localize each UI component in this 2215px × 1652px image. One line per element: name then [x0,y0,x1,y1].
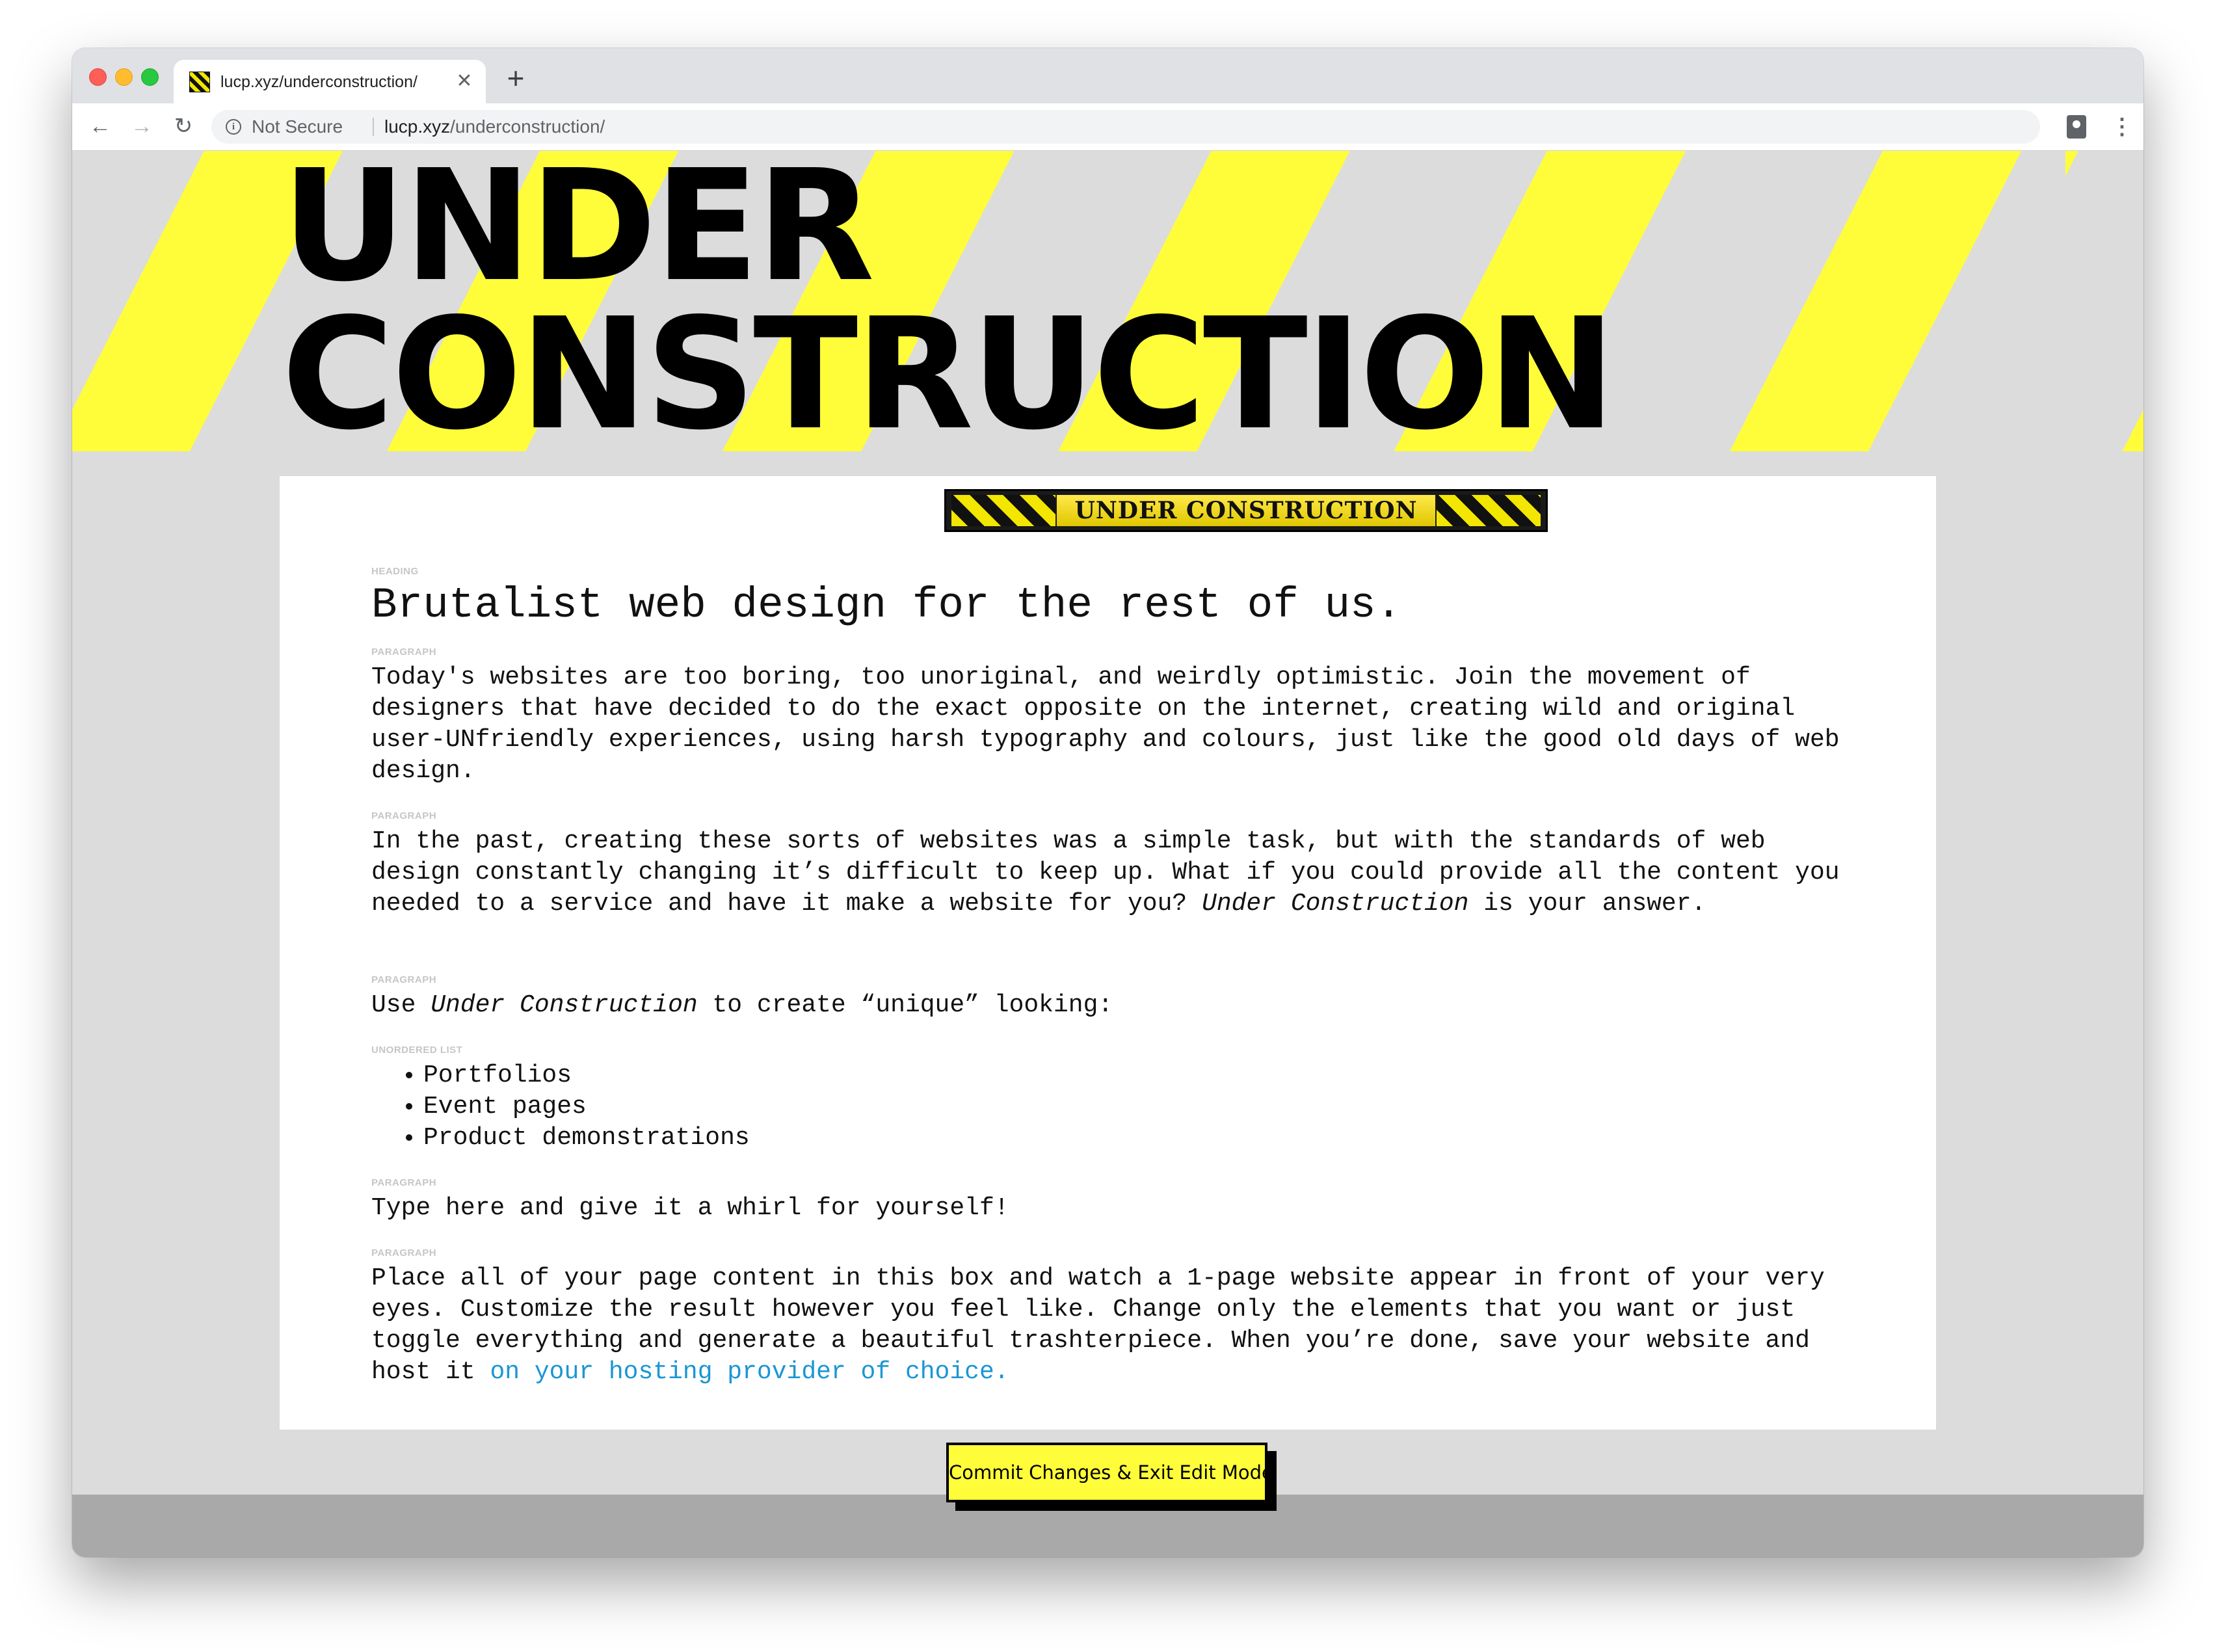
new-tab-button[interactable]: + [501,62,530,94]
minimize-window-button[interactable] [115,68,133,86]
page-heading[interactable]: Brutalist web design for the rest of us. [371,580,1854,631]
list-item[interactable]: Event pages [423,1091,1854,1123]
block-type-label: PARAGRAPH [371,646,437,658]
hazard-stripes-right-icon [1437,495,1541,526]
url-host: lucp.xyz [384,116,451,137]
banner-text: UNDER CONSTRUCTION [1057,495,1435,526]
block-type-label: UNORDERED LIST [371,1045,463,1056]
block-type-label: HEADING [371,566,419,577]
paragraph-text-part: Use [371,991,431,1019]
url-text[interactable]: lucp.xyz/underconstruction/ [384,117,605,137]
browser-toolbar: ← → ↻ i Not Secure lucp.xyz/underconstru… [72,103,2143,151]
paragraph-block-3[interactable]: PARAGRAPH Use Under Construction to crea… [371,974,1854,1021]
browser-window: lucp.xyz/underconstruction/ ✕ + ← → ↻ i … [72,48,2143,1557]
browser-tab[interactable]: lucp.xyz/underconstruction/ ✕ [174,60,486,103]
paragraph-block-4[interactable]: PARAGRAPH Type here and give it a whirl … [371,1177,1854,1224]
block-type-label: PARAGRAPH [371,974,437,985]
paragraph-text[interactable]: Place all of your page content in this b… [371,1263,1854,1388]
paragraph-block-1[interactable]: PARAGRAPH Today's websites are too borin… [371,646,1854,787]
info-icon[interactable]: i [226,119,241,135]
paragraph-text-part: is your answer. [1468,890,1706,918]
paragraph-text[interactable]: Use Under Construction to create “unique… [371,990,1854,1021]
heading-block[interactable]: HEADING Brutalist web design for the res… [371,566,1854,631]
hosting-provider-link[interactable]: on your hosting provider of choice. [490,1358,1009,1386]
paragraph-text[interactable]: Type here and give it a whirl for yourse… [371,1193,1854,1224]
page-viewport: UNDER CONSTRUCTION UNDER CONSTRUCTION HE… [72,151,2143,1557]
hero-title-line-1: UNDER [282,151,875,315]
block-type-label: PARAGRAPH [371,1247,437,1259]
hazard-stripes-favicon-icon [189,72,210,92]
hero-title-line-2: CONSTRUCTION [282,285,1616,464]
maximize-window-button[interactable] [141,68,159,86]
profile-badge-icon[interactable] [2067,115,2086,139]
list-item[interactable]: Portfolios [423,1060,1854,1091]
paragraph-block-2[interactable]: PARAGRAPH In the past, creating these so… [371,810,1854,920]
block-type-label: PARAGRAPH [371,810,437,821]
url-path: /underconstruction/ [450,116,605,137]
close-window-button[interactable] [89,68,107,86]
address-divider [373,118,374,136]
bullet-list[interactable]: Portfolios Event pages Product demonstra… [371,1060,1854,1154]
reload-icon[interactable]: ↻ [170,113,197,140]
paragraph-text[interactable]: Today's websites are too boring, too uno… [371,662,1854,787]
hero-title: UNDER CONSTRUCTION [282,151,1616,464]
paragraph-text-part: to create “unique” looking: [697,991,1113,1019]
editable-content-box[interactable]: UNDER CONSTRUCTION HEADING Brutalist web… [280,476,1936,1430]
paragraph-text[interactable]: In the past, creating these sorts of web… [371,826,1854,920]
address-bar[interactable]: i Not Secure lucp.xyz/underconstruction/ [211,110,2040,144]
hazard-stripes-left-icon [951,495,1055,526]
tab-strip: lucp.xyz/underconstruction/ ✕ + [72,48,2143,103]
tab-title: lucp.xyz/underconstruction/ [220,73,418,91]
emphasized-text: Under Construction [1202,890,1469,918]
commit-changes-button[interactable]: Commit Changes & Exit Edit Mode [946,1443,1273,1502]
back-arrow-icon[interactable]: ← [86,113,114,140]
under-construction-banner-image: UNDER CONSTRUCTION [944,489,1548,532]
paragraph-block-5[interactable]: PARAGRAPH Place all of your page content… [371,1247,1854,1388]
security-status-label[interactable]: Not Secure [252,117,343,137]
forward-arrow-icon[interactable]: → [128,113,155,140]
hazard-stripe-hero: UNDER CONSTRUCTION [72,151,2143,451]
list-item[interactable]: Product demonstrations [423,1123,1854,1154]
block-type-label: PARAGRAPH [371,1177,437,1188]
browser-menu-icon[interactable]: ⋮ [2111,113,2133,141]
unordered-list-block[interactable]: UNORDERED LIST Portfolios Event pages Pr… [371,1045,1854,1154]
emphasized-text: Under Construction [431,991,698,1019]
close-tab-icon[interactable]: ✕ [455,70,474,92]
